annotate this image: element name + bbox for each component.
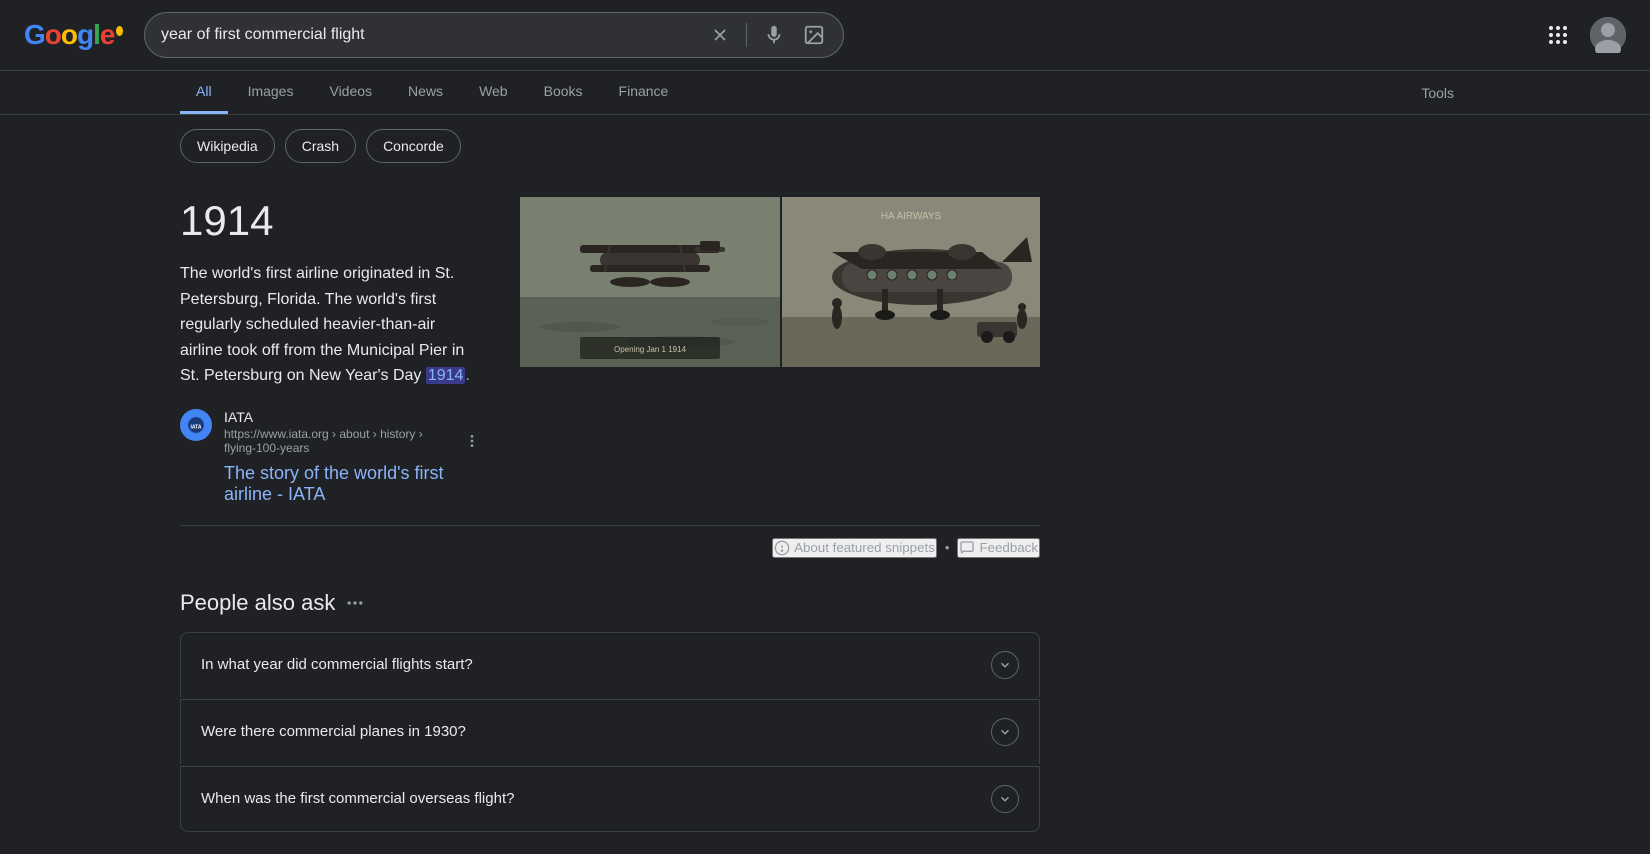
dot-separator: • <box>945 540 950 555</box>
svg-text:HA AIRWAYS: HA AIRWAYS <box>881 211 942 222</box>
paa-question-1: In what year did commercial flights star… <box>201 656 473 673</box>
image-search-icon[interactable] <box>801 22 827 48</box>
voice-search-icon[interactable] <box>761 22 787 48</box>
about-snippets-label: About featured snippets <box>794 540 935 555</box>
snippet-description: The world's first airline originated in … <box>180 261 480 389</box>
image-row: Opening Jan 1 1914 <box>520 197 1040 367</box>
nav-item-images[interactable]: Images <box>232 71 310 114</box>
nav-item-all[interactable]: All <box>180 71 228 114</box>
search-icons <box>708 22 827 48</box>
nav-item-videos[interactable]: Videos <box>313 71 388 114</box>
svg-text:Opening Jan 1 1914: Opening Jan 1 1914 <box>614 345 687 354</box>
source-info: IATA https://www.iata.org › about › hist… <box>224 409 480 505</box>
header: Google year of first commercial flight <box>0 0 1650 71</box>
chevron-down-icon-2 <box>991 718 1019 746</box>
search-nav: All Images Videos News Web Books Finance… <box>0 71 1650 115</box>
chip-crash[interactable]: Crash <box>285 129 356 163</box>
paa-question-3: When was the first commercial overseas f… <box>201 790 514 807</box>
airplane-image-2[interactable]: HA AIRWAYS <box>782 197 1040 367</box>
paa-question-2: Were there commercial planes in 1930? <box>201 723 466 740</box>
airplane-image-1[interactable]: Opening Jan 1 1914 <box>520 197 780 367</box>
chevron-down-icon-3 <box>991 785 1019 813</box>
header-right <box>1542 17 1626 53</box>
google-logo[interactable]: Google <box>24 19 124 51</box>
chips-row: Wikipedia Crash Concorde <box>0 115 1650 177</box>
description-highlighted-year: 1914 <box>426 367 466 384</box>
nav-item-web[interactable]: Web <box>463 71 524 114</box>
description-part1: The world's first airline originated in … <box>180 265 464 384</box>
search-bar: year of first commercial flight <box>144 12 844 58</box>
svg-text:IATA: IATA <box>191 424 202 430</box>
paa-item-1[interactable]: In what year did commercial flights star… <box>180 632 1040 697</box>
chip-wikipedia[interactable]: Wikipedia <box>180 129 275 163</box>
snippet-images: Opening Jan 1 1914 <box>520 197 1040 505</box>
source-row: IATA IATA https://www.iata.org › about ›… <box>180 409 480 505</box>
paa-header: People also ask <box>180 590 1040 616</box>
description-period: . <box>465 367 469 384</box>
paa-item-3[interactable]: When was the first commercial overseas f… <box>180 767 1040 832</box>
year-heading: 1914 <box>180 197 480 245</box>
about-snippets-button[interactable]: About featured snippets <box>772 538 937 558</box>
tools-button[interactable]: Tools <box>1405 73 1470 113</box>
avatar[interactable] <box>1590 17 1626 53</box>
search-bar-wrapper: year of first commercial flight <box>144 12 844 58</box>
nav-item-finance[interactable]: Finance <box>603 71 685 114</box>
source-url: https://www.iata.org › about › history ›… <box>224 427 480 455</box>
paa-title: People also ask <box>180 590 335 616</box>
search-divider <box>746 23 747 47</box>
source-options-button[interactable] <box>464 433 480 449</box>
chip-concorde[interactable]: Concorde <box>366 129 461 163</box>
feedback-label: Feedback <box>979 540 1038 555</box>
source-link[interactable]: The story of the world's first airline -… <box>224 463 480 505</box>
chevron-down-icon-1 <box>991 651 1019 679</box>
paa-more-button[interactable] <box>345 593 365 613</box>
paa-item-2[interactable]: Were there commercial planes in 1930? <box>180 700 1040 764</box>
about-snippets-row: About featured snippets • Feedback <box>180 526 1040 570</box>
nav-item-books[interactable]: Books <box>528 71 599 114</box>
iata-logo: IATA <box>180 409 212 441</box>
google-apps-button[interactable] <box>1542 19 1574 51</box>
source-name: IATA <box>224 409 480 425</box>
main-content: 1914 The world's first airline originate… <box>0 177 1650 854</box>
feedback-button[interactable]: Feedback <box>957 538 1040 558</box>
search-input[interactable]: year of first commercial flight <box>161 26 698 44</box>
clear-icon[interactable] <box>708 23 732 47</box>
snippet-text: 1914 The world's first airline originate… <box>180 197 480 505</box>
nav-item-news[interactable]: News <box>392 71 459 114</box>
featured-snippet: 1914 The world's first airline originate… <box>180 177 1040 526</box>
people-also-ask-section: People also ask In what year did commerc… <box>180 570 1040 854</box>
left-column: 1914 The world's first airline originate… <box>180 177 1040 854</box>
